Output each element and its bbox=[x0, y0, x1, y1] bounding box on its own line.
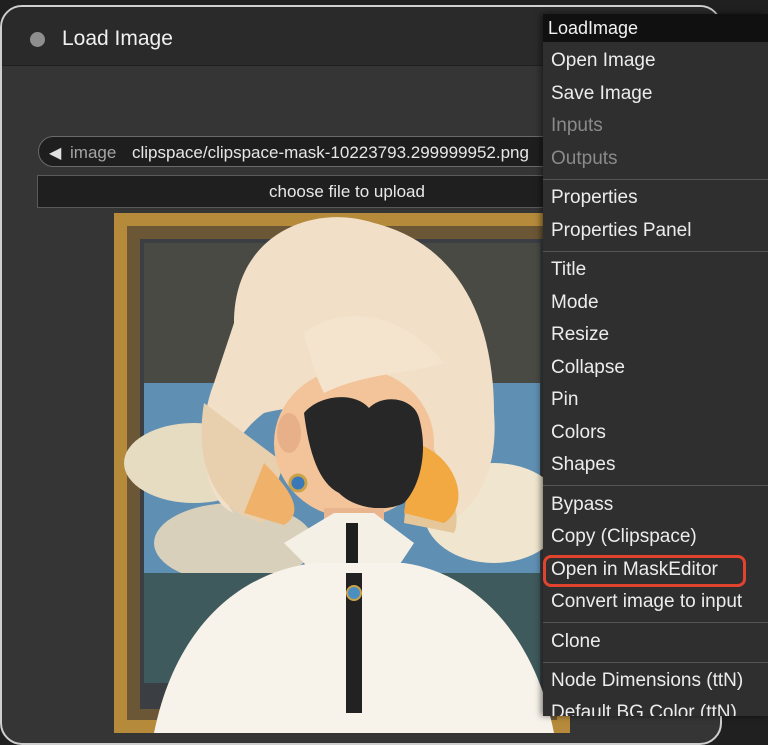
menu-item-outputs: Outputs bbox=[551, 148, 618, 169]
menu-item-properties-panel[interactable]: Properties Panel bbox=[551, 220, 691, 242]
menu-item-open-in-maskeditor[interactable]: Open in MaskEditor bbox=[551, 559, 718, 581]
menu-item-copy-clipspace[interactable]: Copy (Clipspace) bbox=[551, 526, 697, 548]
menu-separator bbox=[543, 179, 768, 180]
menu-item-resize[interactable]: Resize bbox=[551, 324, 609, 346]
menu-item-shapes[interactable]: Shapes bbox=[551, 454, 615, 476]
image-preview bbox=[114, 213, 570, 733]
menu-item-pin[interactable]: Pin bbox=[551, 389, 578, 411]
menu-item-properties[interactable]: Properties bbox=[551, 187, 638, 209]
context-menu-title: LoadImage bbox=[543, 14, 768, 42]
image-widget-value: clipspace/clipspace-mask-10223793.299999… bbox=[132, 143, 529, 162]
menu-item-bypass[interactable]: Bypass bbox=[551, 494, 613, 516]
collapse-dot-icon[interactable] bbox=[30, 32, 45, 47]
menu-item-clone[interactable]: Clone bbox=[551, 631, 601, 653]
menu-item-save-image[interactable]: Save Image bbox=[551, 83, 652, 105]
menu-item-default-bg-color[interactable]: Default BG Color (ttN) bbox=[551, 702, 737, 716]
node-title: Load Image bbox=[62, 27, 173, 50]
menu-item-inputs: Inputs bbox=[551, 115, 603, 136]
left-arrow-icon[interactable]: ◀ bbox=[49, 143, 61, 163]
menu-item-open-image[interactable]: Open Image bbox=[551, 50, 656, 72]
menu-separator bbox=[543, 251, 768, 252]
menu-item-collapse[interactable]: Collapse bbox=[551, 357, 625, 379]
image-widget-label: image bbox=[70, 143, 117, 162]
menu-separator bbox=[543, 662, 768, 663]
menu-item-title[interactable]: Title bbox=[551, 259, 586, 281]
menu-item-mode[interactable]: Mode bbox=[551, 292, 599, 314]
menu-separator bbox=[543, 485, 768, 486]
menu-item-colors[interactable]: Colors bbox=[551, 422, 606, 444]
node-context-menu: LoadImage Open Image Save Image Inputs O… bbox=[543, 14, 768, 716]
menu-item-node-dimensions[interactable]: Node Dimensions (ttN) bbox=[551, 670, 743, 692]
menu-separator bbox=[543, 622, 768, 623]
menu-item-convert-image-to-input[interactable]: Convert image to input bbox=[551, 591, 742, 613]
